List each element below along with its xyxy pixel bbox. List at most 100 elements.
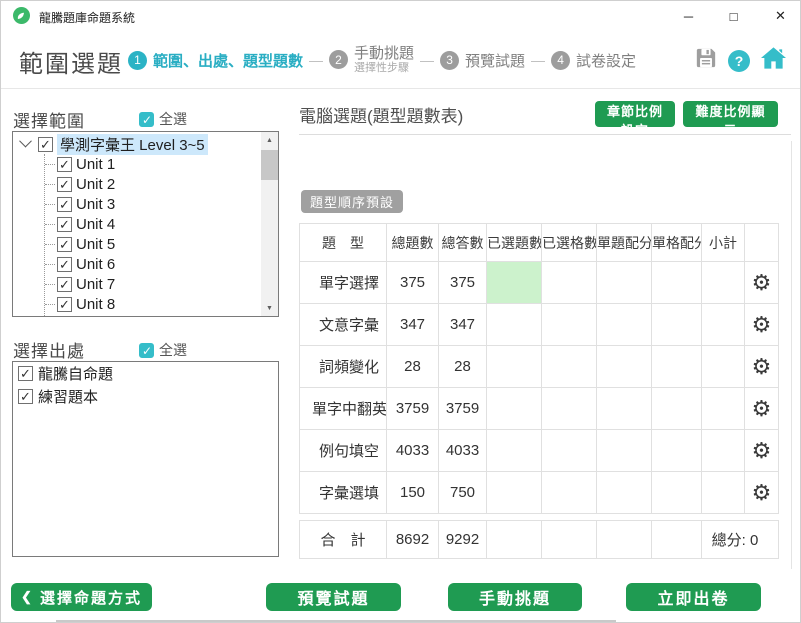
selected-grid-cell[interactable] bbox=[542, 304, 597, 346]
tree-root-checkbox[interactable] bbox=[38, 137, 53, 152]
app-logo-icon bbox=[13, 7, 30, 24]
total-answers: 4033 bbox=[439, 430, 487, 472]
preview-questions-button[interactable]: 預覽試題 bbox=[266, 583, 401, 611]
step-4-paper-settings[interactable]: 4 試卷設定 bbox=[551, 50, 636, 71]
selected-grid-cell[interactable] bbox=[542, 388, 597, 430]
unit-checkbox[interactable] bbox=[57, 277, 72, 292]
range-select-all-checkbox[interactable] bbox=[139, 112, 154, 127]
range-section-title: 選擇範圍 bbox=[13, 107, 85, 132]
source-checkbox[interactable] bbox=[18, 389, 33, 404]
score-per-question-cell[interactable] bbox=[597, 472, 652, 514]
maximize-button[interactable]: □ bbox=[711, 1, 756, 31]
selected-grid-cell[interactable] bbox=[542, 346, 597, 388]
tree-unit-item[interactable]: Unit 1 bbox=[45, 154, 278, 174]
minimize-button[interactable]: ─ bbox=[666, 1, 711, 31]
back-to-mode-button[interactable]: ❮ 選擇命題方式 bbox=[11, 583, 152, 611]
score-per-grid-cell[interactable] bbox=[652, 472, 702, 514]
gear-icon[interactable] bbox=[752, 272, 772, 294]
range-select-all[interactable]: 全選 bbox=[139, 109, 187, 129]
tree-unit-item[interactable]: Unit 9 bbox=[45, 314, 278, 317]
type-name: 字彙選填 bbox=[300, 472, 387, 514]
type-order-preset-button[interactable]: 題型順序預設 bbox=[301, 190, 403, 213]
tree-unit-item[interactable]: Unit 5 bbox=[45, 234, 278, 254]
score-per-question-cell[interactable] bbox=[597, 346, 652, 388]
step-3-preview[interactable]: 3 預覽試題 bbox=[440, 50, 525, 71]
unit-checkbox[interactable] bbox=[57, 197, 72, 212]
score-per-grid-cell[interactable] bbox=[652, 262, 702, 304]
total-questions: 150 bbox=[387, 472, 439, 514]
score-per-question-cell[interactable] bbox=[597, 304, 652, 346]
unit-checkbox[interactable] bbox=[57, 177, 72, 192]
unit-checkbox[interactable] bbox=[57, 237, 72, 252]
scroll-down-icon[interactable]: ▼ bbox=[261, 300, 278, 316]
score-per-grid-cell[interactable] bbox=[652, 430, 702, 472]
home-icon[interactable] bbox=[761, 47, 786, 74]
source-item[interactable]: 龍騰自命題 bbox=[13, 362, 278, 385]
source-checkbox[interactable] bbox=[18, 366, 33, 381]
score-per-grid-cell[interactable] bbox=[652, 304, 702, 346]
app-window: 龍騰題庫命題系統 ─ □ ✕ 範圍選題 1 範圍、出處、題型題數 2 手動挑題 … bbox=[0, 0, 801, 623]
unit-checkbox[interactable] bbox=[57, 157, 72, 172]
tree-unit-item[interactable]: Unit 4 bbox=[45, 214, 278, 234]
selected-count-cell[interactable] bbox=[487, 388, 542, 430]
source-item[interactable]: 練習題本 bbox=[13, 385, 278, 408]
chevron-down-icon[interactable] bbox=[19, 134, 32, 147]
help-icon[interactable]: ? bbox=[728, 50, 750, 72]
score-per-question-cell[interactable] bbox=[597, 430, 652, 472]
close-button[interactable]: ✕ bbox=[758, 1, 801, 31]
score-per-grid-cell[interactable] bbox=[652, 388, 702, 430]
unit-checkbox[interactable] bbox=[57, 217, 72, 232]
step-1-range[interactable]: 1 範圍、出處、題型題數 bbox=[128, 50, 303, 71]
selected-count-cell[interactable] bbox=[487, 472, 542, 514]
source-list: 龍騰自命題 練習題本 bbox=[12, 361, 279, 557]
scroll-up-icon[interactable]: ▲ bbox=[261, 132, 278, 148]
tree-unit-item[interactable]: Unit 8 bbox=[45, 294, 278, 314]
total-answers: 28 bbox=[439, 346, 487, 388]
source-select-all-checkbox[interactable] bbox=[139, 343, 154, 358]
step-2-manual-pick[interactable]: 2 手動挑題 選擇性步驟 bbox=[329, 45, 414, 75]
selected-count-cell[interactable] bbox=[487, 430, 542, 472]
col-header-settings bbox=[745, 224, 779, 262]
total-questions: 3759 bbox=[387, 388, 439, 430]
selected-count-cell-active[interactable] bbox=[487, 262, 542, 304]
gear-icon[interactable] bbox=[752, 314, 772, 336]
source-select-all[interactable]: 全選 bbox=[139, 340, 187, 360]
tree-unit-item[interactable]: Unit 3 bbox=[45, 194, 278, 214]
gear-icon[interactable] bbox=[752, 398, 772, 420]
save-icon[interactable] bbox=[695, 47, 717, 74]
total-questions: 4033 bbox=[387, 430, 439, 472]
manual-pick-button[interactable]: 手動挑題 bbox=[448, 583, 582, 611]
gear-icon[interactable] bbox=[752, 356, 772, 378]
gear-icon[interactable] bbox=[752, 482, 772, 504]
chapter-ratio-button[interactable]: 章節比例設定 bbox=[595, 101, 675, 127]
step-indicator: 1 範圍、出處、題型題數 2 手動挑題 選擇性步驟 3 預覽試題 4 試卷設定 bbox=[128, 31, 636, 89]
unit-checkbox[interactable] bbox=[57, 317, 72, 318]
tree-unit-item[interactable]: Unit 6 bbox=[45, 254, 278, 274]
row-settings bbox=[745, 430, 779, 472]
unit-checkbox[interactable] bbox=[57, 297, 72, 312]
selected-grid-cell[interactable] bbox=[542, 262, 597, 304]
tree-unit-item[interactable]: Unit 2 bbox=[45, 174, 278, 194]
selected-grid-cell[interactable] bbox=[542, 472, 597, 514]
selected-count-cell[interactable] bbox=[487, 304, 542, 346]
difficulty-ratio-button[interactable]: 難度比例顯示 bbox=[683, 101, 778, 127]
score-per-question-cell[interactable] bbox=[597, 262, 652, 304]
gear-icon[interactable] bbox=[752, 440, 772, 462]
score-per-grid-cell[interactable] bbox=[652, 346, 702, 388]
selected-grid-cell[interactable] bbox=[542, 430, 597, 472]
tree-unit-item[interactable]: Unit 7 bbox=[45, 274, 278, 294]
row-settings bbox=[745, 262, 779, 304]
tree-scrollbar[interactable]: ▲ ▼ bbox=[261, 132, 278, 316]
col-header: 總答數 bbox=[439, 224, 487, 262]
total-answers: 375 bbox=[439, 262, 487, 304]
subtotal-cell bbox=[702, 388, 745, 430]
type-name: 文意字彙 bbox=[300, 304, 387, 346]
selected-count-cell[interactable] bbox=[487, 346, 542, 388]
scrollbar-thumb[interactable] bbox=[261, 150, 278, 180]
unit-label: Unit 5 bbox=[72, 236, 115, 253]
generate-paper-button[interactable]: 立即出卷 bbox=[626, 583, 761, 611]
row-settings bbox=[745, 304, 779, 346]
score-per-question-cell[interactable] bbox=[597, 388, 652, 430]
tree-node-root[interactable]: 學測字彙王 Level 3~5 bbox=[17, 134, 278, 154]
unit-checkbox[interactable] bbox=[57, 257, 72, 272]
